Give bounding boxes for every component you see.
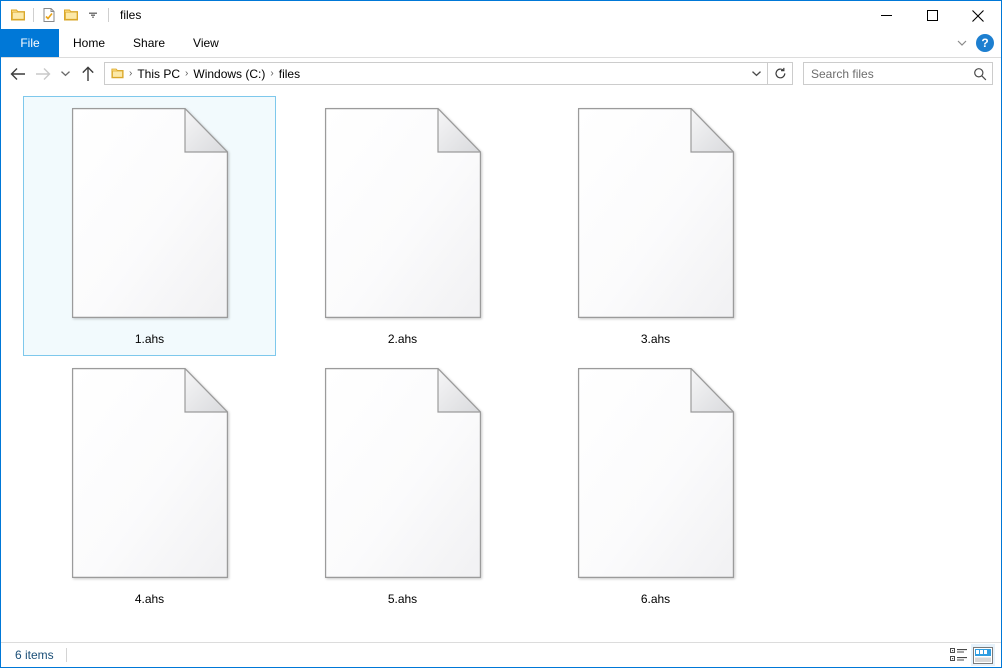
file-icon-2	[324, 108, 481, 318]
file-icon-1	[71, 108, 228, 318]
file-item-4[interactable]: 4.ahs	[23, 356, 276, 616]
item-count-label: 6 items	[15, 648, 54, 662]
file-grid: 1.ahs 2.ahs 3.ahs 4.ahs 5.ahs 6.ahs	[23, 96, 1001, 616]
tab-share[interactable]: Share	[119, 29, 179, 57]
up-button[interactable]	[75, 61, 100, 86]
tab-view[interactable]: View	[179, 29, 233, 57]
file-item-2[interactable]: 2.ahs	[276, 96, 529, 356]
status-bar: 6 items	[1, 642, 1001, 667]
folder-icon-breadcrumb	[110, 66, 125, 81]
file-name-3: 3.ahs	[640, 332, 671, 346]
details-view-button[interactable]	[947, 644, 971, 666]
tab-home[interactable]: Home	[59, 29, 119, 57]
address-bar: › This PC › Windows (C:) › files Search …	[1, 58, 1001, 89]
maximize-button[interactable]	[909, 1, 955, 30]
ribbon-tab-strip: File Home Share View ?	[1, 29, 1001, 58]
breadcrumb-bar[interactable]: › This PC › Windows (C:) › files	[104, 62, 793, 85]
toolbar-divider	[33, 8, 34, 22]
file-name-6: 6.ahs	[640, 592, 671, 606]
window-title: files	[120, 8, 142, 22]
file-icon-4	[71, 368, 228, 578]
forward-button	[30, 61, 55, 86]
file-item-5[interactable]: 5.ahs	[276, 356, 529, 616]
file-name-4: 4.ahs	[134, 592, 165, 606]
help-icon[interactable]: ?	[976, 34, 994, 52]
file-name-1: 1.ahs	[134, 332, 165, 346]
status-divider	[65, 648, 67, 662]
minimize-button[interactable]	[863, 1, 909, 30]
folder-icon[interactable]	[7, 4, 29, 26]
refresh-icon[interactable]	[767, 63, 792, 84]
breadcrumb: › This PC › Windows (C:) › files	[105, 66, 745, 81]
file-name-5: 5.ahs	[387, 592, 418, 606]
file-explorer-window: files File Home Share View ? › This PC ›…	[0, 0, 1002, 668]
file-icon-5	[324, 368, 481, 578]
breadcrumb-item-this-pc[interactable]: This PC	[133, 67, 184, 81]
breadcrumb-item-windows-c[interactable]: Windows (C:)	[189, 67, 269, 81]
large-icons-view-button[interactable]	[971, 644, 995, 666]
document-icon	[577, 108, 734, 318]
document-icon	[577, 368, 734, 578]
breadcrumb-item-files[interactable]: files	[275, 67, 304, 81]
search-box[interactable]: Search files	[803, 62, 993, 85]
tab-file[interactable]: File	[1, 29, 59, 57]
file-item-3[interactable]: 3.ahs	[529, 96, 782, 356]
search-icon[interactable]	[968, 63, 992, 84]
properties-icon[interactable]	[38, 4, 60, 26]
search-input[interactable]: Search files	[804, 67, 968, 81]
toolbar-divider-2	[108, 8, 109, 22]
chevron-down-icon-ribbon[interactable]	[950, 31, 974, 55]
close-button[interactable]	[955, 1, 1001, 30]
file-list-view[interactable]: 1.ahs 2.ahs 3.ahs 4.ahs 5.ahs 6.ahs	[1, 89, 1001, 642]
back-button[interactable]	[5, 61, 30, 86]
new-folder-icon[interactable]	[60, 4, 82, 26]
title-bar: files	[1, 1, 1001, 29]
quick-access-toolbar: files	[1, 1, 141, 29]
document-icon	[324, 368, 481, 578]
file-item-1[interactable]: 1.ahs	[23, 96, 276, 356]
window-controls	[863, 1, 1001, 30]
chevron-down-icon-address[interactable]	[745, 63, 767, 84]
file-name-2: 2.ahs	[387, 332, 418, 346]
document-icon	[324, 108, 481, 318]
file-icon-6	[577, 368, 734, 578]
document-icon	[71, 108, 228, 318]
file-icon-3	[577, 108, 734, 318]
recent-locations-icon[interactable]	[55, 61, 75, 86]
ribbon-right-controls: ?	[950, 29, 1001, 57]
document-icon	[71, 368, 228, 578]
chevron-down-icon[interactable]	[82, 4, 104, 26]
file-item-6[interactable]: 6.ahs	[529, 356, 782, 616]
